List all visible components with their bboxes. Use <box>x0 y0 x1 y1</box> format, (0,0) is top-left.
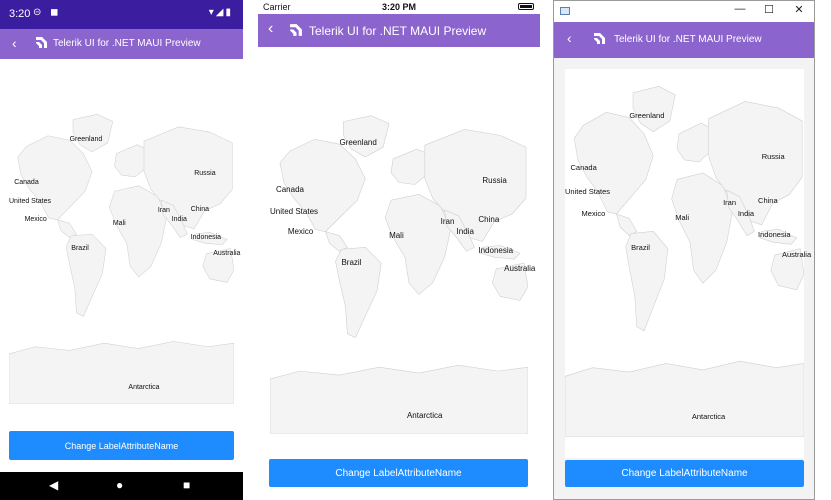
central-america-shape[interactable] <box>57 219 77 239</box>
map-label-indonesia: Indonesia <box>478 246 514 256</box>
back-arrow-icon[interactable]: ‹ <box>12 35 17 51</box>
map-label-antarctica: Antarctica <box>128 384 160 392</box>
map-label-russia: Russia <box>761 152 785 162</box>
map-label-australia: Australia <box>781 249 812 259</box>
app-bar: ‹ Telerik UI for .NET MAUI Preview <box>0 29 243 59</box>
signal-battery-icon: ▾◢▮ <box>208 7 233 18</box>
map-label-canada: Canada <box>14 178 39 186</box>
africa-shape[interactable] <box>109 185 167 278</box>
map-label-antarctica: Antarctica <box>691 412 726 422</box>
map-label-china: China <box>478 214 500 224</box>
android-device: 3:20 ⊝ ◼ ▾◢▮ ‹ Telerik UI for .NET MAUI … <box>0 0 243 500</box>
map-label-indonesia: Indonesia <box>190 234 222 242</box>
map-label-canada: Canada <box>570 163 597 173</box>
map-label-mexico: Mexico <box>581 208 606 218</box>
android-status-bar: 3:20 ⊝ ◼ ▾◢▮ <box>0 0 243 29</box>
android-nav-bar: ◀ ● ■ <box>0 472 243 500</box>
antarctica-shape[interactable] <box>9 341 234 404</box>
carrier-label: Carrier <box>263 2 291 12</box>
ios-device: Carrier 3:20 PM ‹ Telerik UI for .NET MA… <box>258 0 540 500</box>
map-label-greenland: Greenland <box>69 135 103 143</box>
map-label-united-states: United States <box>565 187 611 197</box>
map-label-greenland: Greenland <box>339 138 377 148</box>
telerik-logo-icon <box>594 33 605 44</box>
map-label-iran: Iran <box>157 207 170 215</box>
map-label-mexico: Mexico <box>24 216 47 224</box>
africa-shape[interactable] <box>671 172 733 284</box>
world-map[interactable]: Greenland Canada United States Mexico Brazil… <box>565 69 811 437</box>
map-shapes <box>270 115 528 434</box>
maximize-icon[interactable]: ☐ <box>757 3 781 16</box>
map-label-brazil: Brazil <box>341 258 362 268</box>
windows-window: — ☐ ✕ ‹ Telerik UI for .NET MAUI Preview… <box>553 0 815 500</box>
map-label-canada: Canada <box>275 185 304 195</box>
back-arrow-icon[interactable]: ‹ <box>567 30 572 46</box>
telerik-logo-icon <box>290 24 302 36</box>
change-label-attribute-button[interactable]: Change LabelAttributeName <box>565 460 804 487</box>
map-label-russia: Russia <box>482 175 507 185</box>
change-label-attribute-button[interactable]: Change LabelAttributeName <box>9 431 234 460</box>
antarctica-shape[interactable] <box>565 360 804 437</box>
map-label-india: India <box>171 216 187 224</box>
map-shapes <box>565 85 804 437</box>
central-america-shape[interactable] <box>616 213 638 237</box>
notification-icons: ⊝ ◼ <box>33 7 62 18</box>
status-time: 3:20 <box>9 8 31 20</box>
telerik-logo-icon <box>36 37 47 48</box>
map-label-china: China <box>758 195 778 205</box>
app-title: Telerik UI for .NET MAUI Preview <box>53 38 201 49</box>
back-arrow-icon[interactable]: ‹ <box>268 20 273 38</box>
app-title: Telerik UI for .NET MAUI Preview <box>614 34 762 45</box>
window-title-bar: — ☐ ✕ <box>554 1 814 21</box>
map-shapes <box>9 114 234 404</box>
map-label-australia: Australia <box>504 264 536 274</box>
app-window-icon <box>560 7 570 15</box>
map-label-united-states: United States <box>9 198 52 206</box>
map-label-iran: Iran <box>440 216 455 226</box>
map-label-brazil: Brazil <box>71 244 89 252</box>
map-label-indonesia: Indonesia <box>758 230 791 240</box>
ios-status-bar: Carrier 3:20 PM <box>258 0 540 14</box>
africa-shape[interactable] <box>384 193 451 295</box>
central-america-shape[interactable] <box>325 231 348 252</box>
greenland-shape[interactable] <box>343 115 390 158</box>
map-label-iran: Iran <box>723 197 737 207</box>
map-label-brazil: Brazil <box>631 243 650 253</box>
map-label-australia: Australia <box>213 250 241 258</box>
app-title: Telerik UI for .NET MAUI Preview <box>309 24 487 38</box>
antarctica-shape[interactable] <box>270 364 528 434</box>
change-label-attribute-button[interactable]: Change LabelAttributeName <box>269 459 528 487</box>
map-footer <box>565 437 804 458</box>
map-label-india: India <box>737 208 755 218</box>
map-label-antarctica: Antarctica <box>406 411 443 421</box>
nav-home-icon[interactable]: ● <box>116 478 123 492</box>
app-bar: ‹ Telerik UI for .NET MAUI Preview <box>258 14 540 47</box>
battery-icon <box>518 3 534 10</box>
map-label-china: China <box>190 205 210 213</box>
greenland-shape[interactable] <box>72 114 114 153</box>
map-label-mali: Mali <box>112 219 126 227</box>
nav-back-icon[interactable]: ◀ <box>49 478 58 492</box>
map-label-united-states: United States <box>270 207 319 217</box>
greenland-shape[interactable] <box>632 85 676 133</box>
world-map[interactable]: Greenland Canada United States Mexico Brazil… <box>270 100 535 434</box>
map-label-india: India <box>456 226 474 236</box>
app-bar: ‹ Telerik UI for .NET MAUI Preview <box>554 22 814 58</box>
map-label-russia: Russia <box>194 169 216 177</box>
nav-recent-icon[interactable]: ■ <box>183 478 190 492</box>
map-label-greenland: Greenland <box>629 111 665 121</box>
status-time: 3:20 PM <box>382 2 417 12</box>
close-icon[interactable]: ✕ <box>787 3 811 16</box>
map-label-mali: Mali <box>389 230 404 240</box>
world-map[interactable]: Greenland Canada United States Mexico Brazil… <box>9 100 240 404</box>
map-label-mali: Mali <box>675 213 690 223</box>
map-label-mexico: Mexico <box>287 226 314 236</box>
minimize-icon[interactable]: — <box>728 3 752 15</box>
